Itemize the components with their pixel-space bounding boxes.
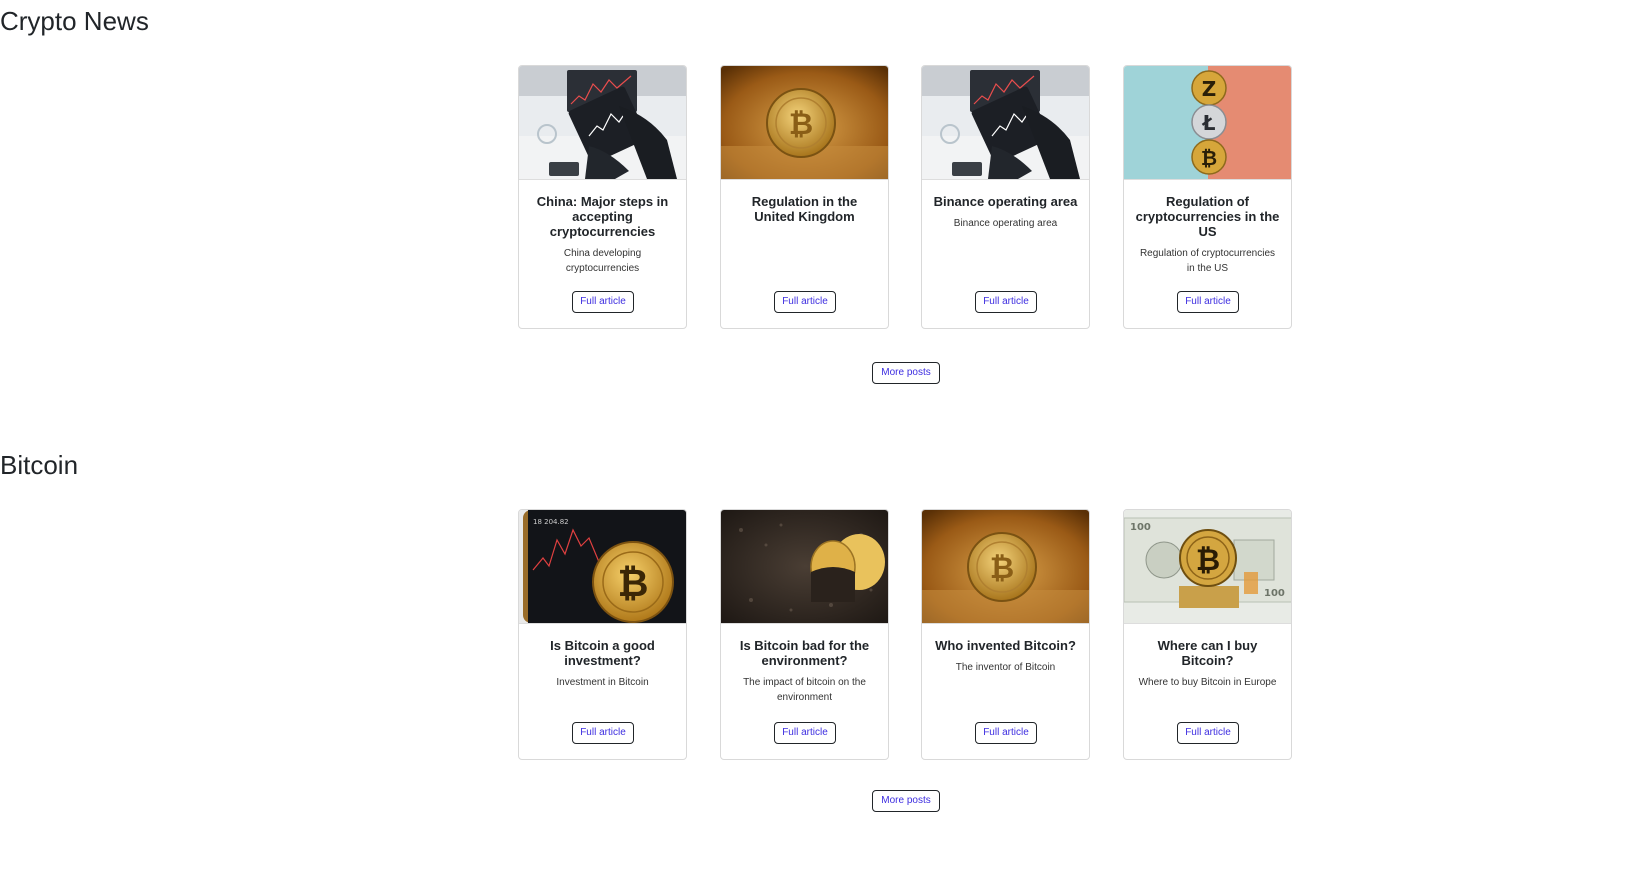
svg-text:₿: ₿ — [1201, 146, 1217, 170]
more-posts-button[interactable]: More posts — [872, 790, 940, 812]
card-title: Who invented Bitcoin? — [935, 638, 1076, 653]
article-card: Binance operating area Binance operating… — [921, 65, 1090, 329]
card-title: Binance operating area — [933, 194, 1078, 209]
full-article-button[interactable]: Full article — [1177, 291, 1239, 313]
svg-text:₿: ₿ — [618, 561, 649, 605]
section-title: Bitcoin — [0, 450, 79, 480]
bitcoin-soil-image[interactable] — [721, 510, 888, 624]
article-card: China: Major steps in accepting cryptocu… — [518, 65, 687, 329]
trading-tablet-image[interactable] — [519, 66, 686, 180]
card-description: China developing cryptocurrencies — [563, 248, 642, 274]
svg-text:100: 100 — [1264, 588, 1285, 599]
article-card: ₿ Who invented Bitcoin? The inventor of … — [921, 509, 1090, 760]
article-card: Is Bitcoin bad for the environment? The … — [720, 509, 889, 760]
page: Crypto News China: Major steps in accept… — [0, 0, 1647, 886]
card-description: Investment in Bitcoin — [556, 677, 649, 688]
svg-text:₿: ₿ — [990, 551, 1014, 586]
card-grid: China: Major steps in accepting cryptocu… — [518, 65, 1295, 331]
card-title: Is Bitcoin bad for the environment? — [739, 638, 870, 668]
bitcoin-sand-image[interactable]: ₿ — [721, 66, 888, 180]
bitcoin-dollar-image[interactable]: 100 100 ₿ — [1124, 510, 1291, 624]
full-article-button[interactable]: Full article — [572, 291, 634, 313]
svg-text:18 204.82: 18 204.82 — [533, 518, 569, 526]
full-article-button[interactable]: Full article — [975, 291, 1037, 313]
coin-stack-image[interactable]: Z Ł ₿ — [1124, 66, 1291, 180]
card-title: Regulation in the United Kingdom — [751, 194, 858, 224]
card-title: Regulation of cryptocurrencies in the US — [1135, 194, 1280, 239]
more-posts-button[interactable]: More posts — [872, 362, 940, 384]
svg-text:₿: ₿ — [1196, 543, 1220, 578]
section-title: Crypto News — [0, 6, 149, 36]
card-title: China: Major steps in accepting cryptocu… — [536, 194, 669, 239]
article-card: 100 100 ₿ Where can I buy Bitcoin? Where… — [1123, 509, 1292, 760]
bitcoin-sand-image[interactable]: ₿ — [922, 510, 1089, 624]
card-title: Where can I buy Bitcoin? — [1157, 638, 1258, 668]
bitcoin-phone-chart-image[interactable]: 18 204.82 ₿ — [519, 510, 686, 624]
svg-text:100: 100 — [1130, 522, 1151, 533]
article-card: Z Ł ₿ Regulation of cryptocurrencies in … — [1123, 65, 1292, 329]
svg-text:₿: ₿ — [789, 107, 813, 142]
trading-tablet-image[interactable] — [922, 66, 1089, 180]
article-card: 18 204.82 ₿ Is Bitcoin a good investment… — [518, 509, 687, 760]
full-article-button[interactable]: Full article — [1177, 722, 1239, 744]
card-description: Regulation of cryptocurrencies in the US — [1139, 248, 1276, 274]
card-description: Where to buy Bitcoin in Europe — [1138, 677, 1277, 688]
full-article-button[interactable]: Full article — [572, 722, 634, 744]
full-article-button[interactable]: Full article — [774, 722, 836, 744]
svg-text:Ł: Ł — [1202, 111, 1216, 135]
card-description: The inventor of Bitcoin — [955, 662, 1056, 673]
full-article-button[interactable]: Full article — [774, 291, 836, 313]
card-grid: 18 204.82 ₿ Is Bitcoin a good investment… — [518, 509, 1295, 760]
card-description: Binance operating area — [953, 218, 1058, 229]
card-description: The impact of bitcoin on the environment — [743, 677, 866, 703]
full-article-button[interactable]: Full article — [975, 722, 1037, 744]
svg-text:Z: Z — [1202, 77, 1217, 101]
article-card: ₿ Regulation in the United Kingdom Full … — [720, 65, 889, 329]
card-title: Is Bitcoin a good investment? — [550, 638, 655, 668]
